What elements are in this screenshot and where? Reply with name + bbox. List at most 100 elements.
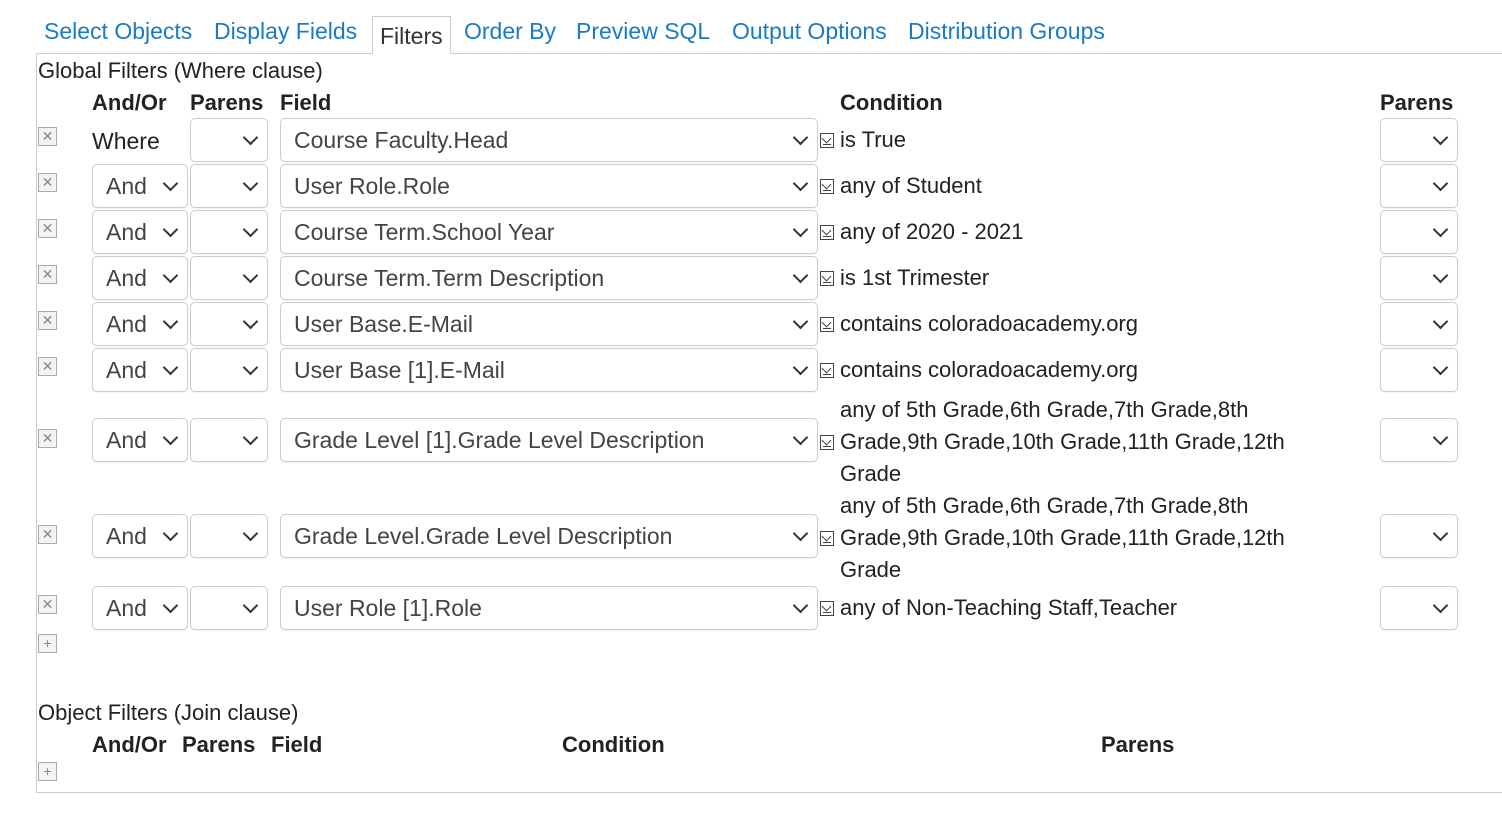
delete-row-button[interactable]: ✕ [38, 525, 57, 544]
andor-select[interactable]: And [92, 418, 188, 462]
close-paren-select[interactable] [1380, 586, 1458, 630]
andor-value: And [106, 427, 147, 453]
andor-select[interactable]: And [92, 514, 188, 558]
andor-select[interactable]: And [92, 210, 188, 254]
condition-edit-icon[interactable] [820, 225, 834, 240]
chevron-down-icon [1432, 597, 1449, 614]
open-paren-select[interactable] [190, 210, 268, 254]
object-filters-title: Object Filters (Join clause) [38, 700, 299, 725]
open-paren-select[interactable] [190, 418, 268, 462]
filter-row: ✕ And User Base.E-Mail contains colorado… [0, 302, 1502, 348]
header-field: Field [280, 90, 332, 115]
condition-edit-icon[interactable] [820, 317, 834, 332]
field-select[interactable]: User Role.Role [280, 164, 818, 208]
chevron-down-icon [792, 429, 809, 446]
chevron-down-icon [242, 175, 259, 192]
condition-edit-icon[interactable] [820, 601, 834, 616]
condition-edit-icon[interactable] [820, 179, 834, 194]
filter-row: ✕ And User Role [1].Role any of Non-Teac… [0, 586, 1502, 632]
close-paren-select[interactable] [1380, 302, 1458, 346]
condition-text: any of Student [840, 173, 982, 198]
tab-order-by[interactable]: Order By [464, 18, 556, 45]
chevron-down-icon [242, 221, 259, 238]
andor-value: And [106, 265, 147, 291]
filter-row: ✕ And User Role.Role any of Student [0, 164, 1502, 210]
open-paren-select[interactable] [190, 256, 268, 300]
chevron-down-icon [792, 175, 809, 192]
close-paren-select[interactable] [1380, 514, 1458, 558]
tab-display-fields[interactable]: Display Fields [214, 18, 357, 45]
close-paren-select[interactable] [1380, 256, 1458, 300]
add-object-filter-button[interactable]: + [38, 762, 57, 781]
condition-text: contains coloradoacademy.org [840, 311, 1138, 336]
andor-select[interactable]: And [92, 302, 188, 346]
condition-edit-icon[interactable] [820, 435, 834, 450]
condition-text: any of Non-Teaching Staff,Teacher [840, 595, 1178, 620]
chevron-down-icon [162, 525, 179, 542]
open-paren-select[interactable] [190, 586, 268, 630]
field-value: User Base.E-Mail [294, 311, 473, 337]
condition-edit-icon[interactable] [820, 363, 834, 378]
condition-edit-icon[interactable] [820, 133, 834, 148]
close-paren-select[interactable] [1380, 418, 1458, 462]
field-select[interactable]: Grade Level.Grade Level Description [280, 514, 818, 558]
chevron-down-icon [1432, 313, 1449, 330]
delete-row-button[interactable]: ✕ [38, 357, 57, 376]
condition-edit-icon[interactable] [820, 271, 834, 286]
delete-row-button[interactable]: ✕ [38, 127, 57, 146]
chevron-down-icon [792, 221, 809, 238]
delete-row-button[interactable]: ✕ [38, 311, 57, 330]
tab-select-objects[interactable]: Select Objects [44, 18, 192, 45]
condition-edit-icon[interactable] [820, 531, 834, 546]
andor-select[interactable]: And [92, 164, 188, 208]
field-value: Course Faculty.Head [294, 127, 509, 153]
andor-select[interactable]: And [92, 586, 188, 630]
chevron-down-icon [1432, 359, 1449, 376]
andor-select[interactable]: And [92, 256, 188, 300]
close-paren-select[interactable] [1380, 348, 1458, 392]
field-select[interactable]: User Base [1].E-Mail [280, 348, 818, 392]
chevron-down-icon [1432, 221, 1449, 238]
field-select[interactable]: Grade Level [1].Grade Level Description [280, 418, 818, 462]
chevron-down-icon [242, 525, 259, 542]
tab-preview-sql[interactable]: Preview SQL [576, 18, 710, 45]
field-value: Course Term.Term Description [294, 265, 605, 291]
open-paren-select[interactable] [190, 514, 268, 558]
andor-value: And [106, 311, 147, 337]
condition-text: contains coloradoacademy.org [840, 357, 1138, 382]
header-field: Field [271, 732, 323, 757]
filter-row: ✕ And Course Term.School Year any of 202… [0, 210, 1502, 256]
filter-row: ✕ And Grade Level.Grade Level Descriptio… [0, 490, 1502, 586]
open-paren-select[interactable] [190, 164, 268, 208]
close-paren-select[interactable] [1380, 164, 1458, 208]
header-condition: Condition [840, 90, 943, 115]
close-paren-select[interactable] [1380, 210, 1458, 254]
field-select[interactable]: Course Term.School Year [280, 210, 818, 254]
delete-row-button[interactable]: ✕ [38, 173, 57, 192]
chevron-down-icon [242, 429, 259, 446]
chevron-down-icon [1432, 175, 1449, 192]
field-select[interactable]: Course Term.Term Description [280, 256, 818, 300]
close-paren-select[interactable] [1380, 118, 1458, 162]
andor-select[interactable]: And [92, 348, 188, 392]
open-paren-select[interactable] [190, 348, 268, 392]
chevron-down-icon [162, 175, 179, 192]
tab-filters[interactable]: Filters [372, 16, 451, 54]
chevron-down-icon [162, 597, 179, 614]
open-paren-select[interactable] [190, 118, 268, 162]
chevron-down-icon [792, 267, 809, 284]
tab-output-options[interactable]: Output Options [732, 18, 887, 45]
delete-row-button[interactable]: ✕ [38, 595, 57, 614]
open-paren-select[interactable] [190, 302, 268, 346]
delete-row-button[interactable]: ✕ [38, 429, 57, 448]
tab-distribution-groups[interactable]: Distribution Groups [908, 18, 1105, 45]
delete-row-button[interactable]: ✕ [38, 219, 57, 238]
field-select[interactable]: User Role [1].Role [280, 586, 818, 630]
field-select[interactable]: User Base.E-Mail [280, 302, 818, 346]
add-global-filter-button[interactable]: + [38, 634, 57, 653]
delete-row-button[interactable]: ✕ [38, 265, 57, 284]
field-value: Grade Level [1].Grade Level Description [294, 427, 705, 453]
field-value: Course Term.School Year [294, 219, 555, 245]
field-value: User Role [1].Role [294, 595, 482, 621]
field-select[interactable]: Course Faculty.Head [280, 118, 818, 162]
